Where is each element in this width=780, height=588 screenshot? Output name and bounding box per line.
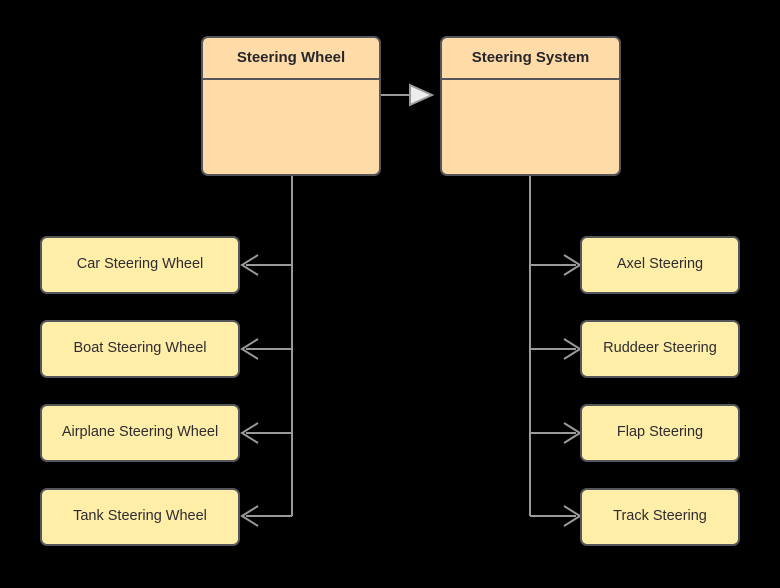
node-car-steering-wheel[interactable]: Car Steering Wheel xyxy=(40,236,240,294)
edge-to-airplane-steering-wheel xyxy=(240,422,292,444)
node-label-track-steering: Track Steering xyxy=(613,508,707,525)
edge-to-boat-steering-wheel xyxy=(240,338,292,360)
class-body-steering-wheel xyxy=(203,80,379,174)
edge-to-axel-steering xyxy=(530,254,582,276)
node-ruddeer-steering[interactable]: Ruddeer Steering xyxy=(580,320,740,378)
edge-to-ruddeer-steering xyxy=(530,338,582,360)
node-tank-steering-wheel[interactable]: Tank Steering Wheel xyxy=(40,488,240,546)
node-boat-steering-wheel[interactable]: Boat Steering Wheel xyxy=(40,320,240,378)
edge-to-flap-steering xyxy=(530,422,582,444)
class-node-steering-system[interactable]: Steering System xyxy=(440,36,621,176)
diagram-canvas: Steering Wheel Steering System Car Steer… xyxy=(0,0,780,588)
edge-to-tank-steering-wheel xyxy=(240,505,292,527)
node-label-tank-steering-wheel: Tank Steering Wheel xyxy=(73,508,207,525)
class-body-steering-system xyxy=(442,80,619,174)
node-axel-steering[interactable]: Axel Steering xyxy=(580,236,740,294)
edge-association-steering-wheel-to-steering-system xyxy=(381,83,435,107)
class-title-steering-wheel: Steering Wheel xyxy=(203,38,379,80)
node-label-ruddeer-steering: Ruddeer Steering xyxy=(603,340,717,357)
class-title-steering-system: Steering System xyxy=(442,38,619,80)
edge-to-car-steering-wheel xyxy=(240,254,292,276)
node-label-flap-steering: Flap Steering xyxy=(616,424,704,441)
node-flap-steering[interactable]: Flap Steering xyxy=(580,404,740,462)
node-label-airplane-steering-wheel: Airplane Steering Wheel xyxy=(61,424,219,441)
edge-to-track-steering xyxy=(530,505,582,527)
node-label-car-steering-wheel: Car Steering Wheel xyxy=(76,256,204,273)
class-node-steering-wheel[interactable]: Steering Wheel xyxy=(201,36,381,176)
node-label-boat-steering-wheel: Boat Steering Wheel xyxy=(73,340,207,357)
node-track-steering[interactable]: Track Steering xyxy=(580,488,740,546)
node-airplane-steering-wheel[interactable]: Airplane Steering Wheel xyxy=(40,404,240,462)
node-label-axel-steering: Axel Steering xyxy=(616,256,704,273)
